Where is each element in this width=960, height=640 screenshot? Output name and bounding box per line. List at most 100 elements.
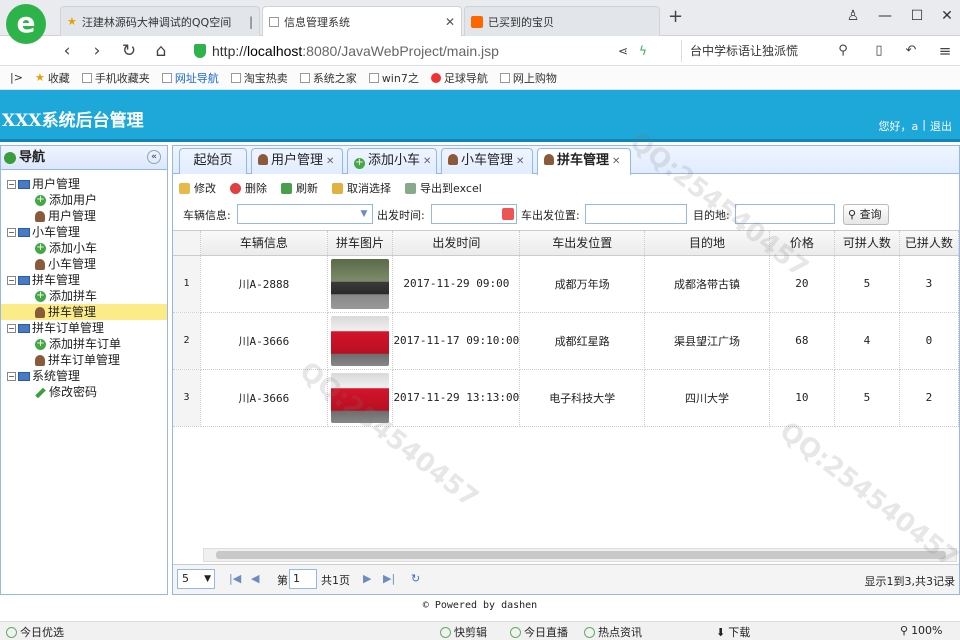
edit-button[interactable]: 修改 xyxy=(179,180,216,196)
tree-group-car[interactable]: − 小车管理 xyxy=(1,224,167,240)
bookmark-item[interactable]: 网址导航 xyxy=(161,70,219,86)
home-button[interactable]: ⌂ xyxy=(148,38,174,64)
lightning-icon[interactable]: ϟ xyxy=(630,38,656,64)
page-number-input[interactable]: 1 xyxy=(289,569,317,589)
column-header[interactable]: 拼车图片 xyxy=(327,231,394,256)
table-row[interactable]: 1 川A-2888 2017-11-29 09:00 成都万年场 成都洛带古镇 … xyxy=(173,255,959,313)
last-page-icon[interactable]: ▶| xyxy=(383,572,395,585)
browser-tab[interactable]: 已买到的宝贝 xyxy=(464,6,660,36)
first-page-icon[interactable]: |◀ xyxy=(229,572,241,585)
tree-item-carpool-manage[interactable]: 拼车管理 xyxy=(1,304,167,320)
column-header[interactable]: 目的地 xyxy=(644,231,770,256)
column-header[interactable]: 价格 xyxy=(769,231,835,256)
status-item[interactable]: 今日直播 xyxy=(510,624,568,640)
chevron-down-icon[interactable]: ▼ xyxy=(356,205,372,223)
close-window-button[interactable]: ✕ xyxy=(934,4,960,28)
tree-group-user[interactable]: − 用户管理 xyxy=(1,176,167,192)
menu-icon[interactable]: ≡ xyxy=(932,38,958,64)
minimize-button[interactable]: — xyxy=(872,4,898,28)
export-button[interactable]: 导出到excel xyxy=(405,180,482,196)
tree-item-add-order[interactable]: + 添加拼车订单 xyxy=(1,336,167,352)
back-button[interactable]: ‹ xyxy=(54,38,80,64)
tree-item-order-manage[interactable]: 拼车订单管理 xyxy=(1,352,167,368)
query-button[interactable]: ⚲ 查询 xyxy=(843,204,889,225)
bookmark-item[interactable]: 网上购物 xyxy=(499,70,557,86)
undo-icon[interactable]: ↶ xyxy=(898,38,924,64)
collapse-toggle-icon[interactable]: − xyxy=(7,228,16,237)
forward-button[interactable]: › xyxy=(84,38,110,64)
destination-input[interactable] xyxy=(735,204,835,224)
bookmark-item[interactable]: 淘宝热卖 xyxy=(230,70,288,86)
tab-carpool-manage[interactable]: 拼车管理 ✕ xyxy=(537,148,631,175)
reload-icon[interactable]: ↻ xyxy=(411,572,420,585)
status-item[interactable]: ⬇ 下载 xyxy=(716,624,750,640)
tab-home[interactable]: 起始页 xyxy=(179,148,247,174)
tree-item-car-manage[interactable]: 小车管理 xyxy=(1,256,167,272)
bookmark-item[interactable]: 足球导航 xyxy=(430,70,488,86)
column-header[interactable]: 可拼人数 xyxy=(834,231,900,256)
tree-group-system[interactable]: − 系统管理 xyxy=(1,368,167,384)
calendar-icon[interactable] xyxy=(502,208,514,220)
close-icon[interactable]: | xyxy=(249,15,253,29)
close-icon[interactable]: ✕ xyxy=(516,156,524,167)
delete-button[interactable]: 删除 xyxy=(230,180,267,196)
bookmark-item[interactable]: 系统之家 xyxy=(299,70,357,86)
horizontal-scrollbar[interactable] xyxy=(203,548,957,562)
search-icon[interactable]: ⚲ xyxy=(830,38,856,64)
close-icon[interactable]: ✕ xyxy=(445,15,455,29)
close-icon[interactable]: ✕ xyxy=(326,156,334,167)
collapse-toggle-icon[interactable]: − xyxy=(7,324,16,333)
tree-item-add-car[interactable]: + 添加小车 xyxy=(1,240,167,256)
scrollbar-thumb[interactable] xyxy=(216,551,946,559)
collapse-icon[interactable]: « xyxy=(147,150,161,164)
tree-item-add-carpool[interactable]: + 添加拼车 xyxy=(1,288,167,304)
tree-item-user-manage[interactable]: 用户管理 xyxy=(1,208,167,224)
depart-place-input[interactable] xyxy=(585,204,687,224)
collapse-toggle-icon[interactable]: − xyxy=(7,372,16,381)
browser-tab-active[interactable]: 信息管理系统 ✕ xyxy=(262,6,462,37)
collapse-toggle-icon[interactable]: − xyxy=(7,180,16,189)
car-info-select[interactable]: ▼ xyxy=(237,204,373,224)
browser-logo[interactable]: e xyxy=(6,4,46,44)
tab-add-car[interactable]: + 添加小车 ✕ xyxy=(347,148,437,174)
tree-item-add-user[interactable]: + 添加用户 xyxy=(1,192,167,208)
tree-group-carpool[interactable]: − 拼车管理 xyxy=(1,272,167,288)
url-field[interactable]: http://localhost:8080/JavaWebProject/mai… xyxy=(190,39,603,63)
column-header[interactable]: 车辆信息 xyxy=(200,231,328,256)
prev-page-icon[interactable]: ◀ xyxy=(251,572,259,585)
tree-group-order[interactable]: − 拼车订单管理 xyxy=(1,320,167,336)
reader-icon[interactable]: ▯ xyxy=(866,38,892,64)
column-header[interactable]: 已拼人数 xyxy=(899,231,959,256)
status-item[interactable]: 今日优选 xyxy=(6,624,64,640)
bookmark-item[interactable]: win7之 xyxy=(368,70,419,86)
collapse-toggle-icon[interactable]: − xyxy=(7,276,16,285)
column-header[interactable]: 出发时间 xyxy=(392,231,521,256)
tab-user-manage[interactable]: 用户管理 ✕ xyxy=(251,148,343,174)
status-item[interactable]: 快剪辑 xyxy=(440,624,487,640)
sidebar-toggle-icon[interactable]: |> xyxy=(10,71,23,84)
refresh-button[interactable]: 刷新 xyxy=(281,180,318,196)
depart-time-input[interactable] xyxy=(431,204,517,224)
car-image-cell xyxy=(327,312,394,370)
zoom-level[interactable]: ⚲ 100% xyxy=(900,624,943,637)
tab-car-manage[interactable]: 小车管理 ✕ xyxy=(441,148,533,174)
shirt-icon[interactable]: ♙ xyxy=(840,4,866,28)
cancel-select-button[interactable]: 取消选择 xyxy=(332,180,391,196)
logout-link[interactable]: 退出 xyxy=(930,118,952,134)
page-size-select[interactable]: 5 ▼ xyxy=(177,569,215,589)
table-row[interactable]: 2 川A-3666 2017-11-17 09:10:00 成都红星路 渠县望江… xyxy=(173,312,959,370)
bookmark-item[interactable]: ★ 收藏 xyxy=(35,70,70,86)
bookmark-item[interactable]: 手机收藏夹 xyxy=(81,70,150,86)
next-page-icon[interactable]: ▶ xyxy=(363,572,371,585)
maximize-button[interactable]: ☐ xyxy=(904,4,930,28)
reload-button[interactable]: ↻ xyxy=(116,38,142,64)
star-icon: ★ xyxy=(34,71,45,84)
tree-item-change-password[interactable]: 修改密码 xyxy=(1,384,167,400)
column-header[interactable]: 车出发位置 xyxy=(519,231,646,256)
close-icon[interactable]: ✕ xyxy=(423,156,431,167)
browser-tab[interactable]: ★ 汪建林源码大神调试的QQ空间 | xyxy=(60,6,260,36)
status-item[interactable]: 热点资讯 xyxy=(584,624,642,640)
close-icon[interactable]: ✕ xyxy=(612,156,620,167)
new-tab-button[interactable]: + xyxy=(668,6,683,27)
table-row[interactable]: 3 川A-3666 2017-11-29 13:13:00 电子科技大学 四川大… xyxy=(173,369,959,427)
